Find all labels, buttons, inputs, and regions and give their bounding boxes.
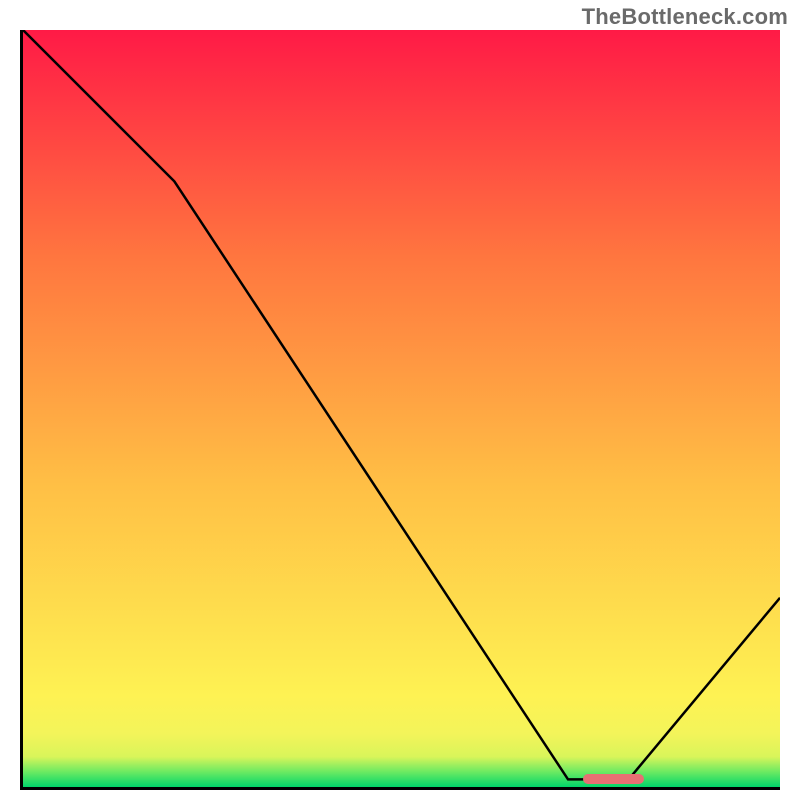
- watermark-text: TheBottleneck.com: [582, 4, 788, 30]
- optimal-marker: [583, 774, 644, 784]
- plot-area: [20, 30, 780, 790]
- background-gradient: [23, 30, 780, 787]
- chart-container: TheBottleneck.com: [0, 0, 800, 800]
